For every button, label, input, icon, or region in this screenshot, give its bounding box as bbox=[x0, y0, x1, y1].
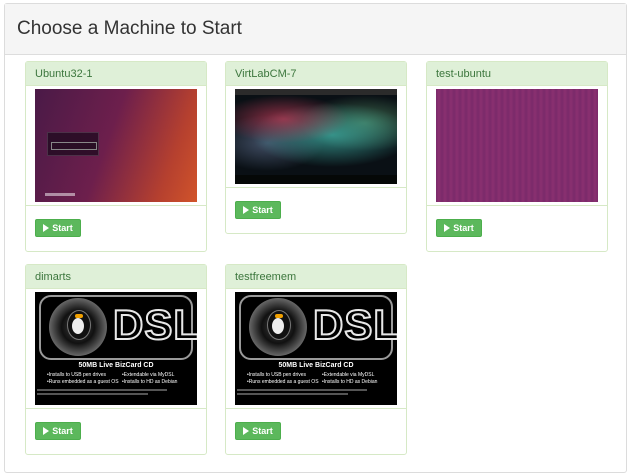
machine-card-footer: Start bbox=[226, 408, 406, 454]
play-icon bbox=[444, 224, 451, 232]
machine-card-header: test-ubuntu bbox=[427, 62, 607, 86]
start-button[interactable]: Start bbox=[436, 219, 482, 237]
dsl-tagline: 50MB Live BizCard CD bbox=[278, 362, 354, 369]
machine-name: dimarts bbox=[35, 271, 72, 283]
dsl-feature-list: Installs to USB pen drives Extendable vi… bbox=[47, 372, 197, 385]
play-icon bbox=[43, 224, 50, 232]
machine-card-footer: Start bbox=[26, 408, 206, 454]
dsl-tagline: 50MB Live BizCard CD bbox=[78, 362, 154, 369]
dsl-feature-list: Installs to USB pen drives Extendable vi… bbox=[247, 372, 397, 385]
machine-screenshot[interactable] bbox=[436, 89, 598, 202]
machine-card: VirtLabCM-7 Start bbox=[225, 61, 407, 234]
machine-screenshot[interactable] bbox=[235, 89, 397, 184]
machine-screenshot[interactable]: DSL 50MB Live BizCard CD Installs to USB… bbox=[35, 292, 197, 405]
machine-card: Ubuntu32-1 Start bbox=[25, 61, 207, 252]
play-icon bbox=[243, 206, 250, 214]
machine-card-footer: Start bbox=[26, 205, 206, 251]
machine-card-header: dimarts bbox=[26, 265, 206, 289]
machine-card-header: Ubuntu32-1 bbox=[26, 62, 206, 86]
play-icon bbox=[243, 427, 250, 435]
play-icon bbox=[43, 427, 50, 435]
dsl-logo: DSL bbox=[112, 301, 197, 349]
machine-card-footer: Start bbox=[226, 187, 406, 233]
machine-name: VirtLabCM-7 bbox=[235, 68, 297, 80]
machine-name: Ubuntu32-1 bbox=[35, 68, 93, 80]
panel-title: Choose a Machine to Start bbox=[17, 18, 242, 39]
dsl-logo: DSL bbox=[312, 301, 397, 349]
machine-card: test-ubuntu Start bbox=[426, 61, 608, 252]
panel-header: Choose a Machine to Start bbox=[5, 4, 626, 55]
machine-name: test-ubuntu bbox=[436, 68, 492, 80]
start-button[interactable]: Start bbox=[235, 422, 281, 440]
machine-card-footer: Start bbox=[427, 205, 607, 251]
machine-card: testfreemem DSL 50MB Live BizCard CD Ins… bbox=[225, 264, 407, 455]
machine-card-header: testfreemem bbox=[226, 265, 406, 289]
machine-screenshot[interactable] bbox=[35, 89, 197, 202]
machine-screenshot[interactable]: DSL 50MB Live BizCard CD Installs to USB… bbox=[235, 292, 397, 405]
machine-card-header: VirtLabCM-7 bbox=[226, 62, 406, 86]
machine-card: dimarts DSL 50MB Live BizCard CD Install… bbox=[25, 264, 207, 455]
start-button[interactable]: Start bbox=[35, 219, 81, 237]
start-button[interactable]: Start bbox=[35, 422, 81, 440]
login-box bbox=[47, 132, 99, 156]
start-button[interactable]: Start bbox=[235, 201, 281, 219]
machine-name: testfreemem bbox=[235, 271, 297, 283]
